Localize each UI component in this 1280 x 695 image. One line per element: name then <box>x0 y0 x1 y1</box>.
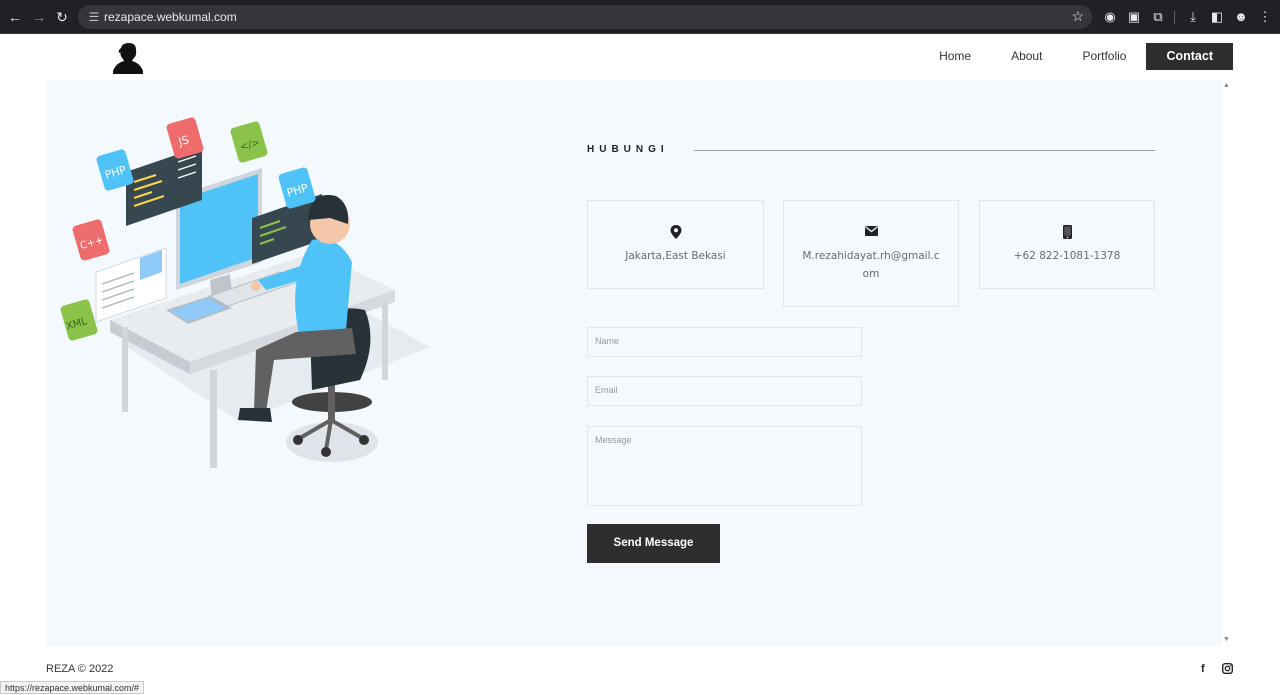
section-heading: HUBUNGI <box>587 144 669 155</box>
xml-badge-icon: XML <box>60 299 98 341</box>
extension-icon[interactable]: ▣ <box>1125 8 1143 26</box>
site-header: Home About Portfolio Contact <box>0 35 1280 80</box>
browser-toolbar: ← → ↻ ☰ rezapace.webkumal.com ☆ ◉ ▣ ⧉ ⤓ … <box>0 0 1280 34</box>
nav-contact-link[interactable]: Contact <box>1146 43 1233 70</box>
contact-section: PHP JS </> PHP C++ XML HUBUNGI Jakarta,E… <box>46 80 1222 646</box>
phone-card: +62 822-1081-1378 <box>979 200 1155 289</box>
facebook-icon[interactable]: f <box>1201 663 1205 675</box>
download-icon[interactable]: ⤓ <box>1184 8 1202 26</box>
profile-avatar-icon[interactable]: ☻ <box>1232 8 1250 26</box>
site-info-icon[interactable]: ☰ <box>86 9 102 25</box>
main-nav: Home About Portfolio Contact <box>919 43 1233 70</box>
logo-silhouette-icon[interactable] <box>112 42 144 74</box>
bookmark-star-icon[interactable]: ☆ <box>1071 8 1084 25</box>
email-placeholder: Email <box>595 385 618 395</box>
cpp-badge-icon: C++ <box>72 219 110 261</box>
nav-home-link[interactable]: Home <box>919 43 991 70</box>
address-card: Jakarta,East Bekasi <box>587 200 764 289</box>
phone-icon <box>1060 225 1074 239</box>
heading-divider <box>694 150 1155 151</box>
email-input[interactable]: Email <box>587 376 862 406</box>
toolbar-divider <box>1174 11 1175 24</box>
instagram-icon[interactable] <box>1221 662 1234 677</box>
address-bar[interactable]: ☰ rezapace.webkumal.com ☆ <box>78 5 1092 29</box>
scroll-up-arrow-icon[interactable]: ▲ <box>1223 82 1230 89</box>
address-url[interactable]: rezapace.webkumal.com <box>104 5 237 29</box>
reload-icon[interactable]: ↻ <box>53 8 71 26</box>
map-pin-icon <box>669 225 683 239</box>
email-text: M.rezahidayat.rh@gmail.com <box>802 250 940 280</box>
link-status-bar: https://rezapace.webkumal.com/# <box>0 681 145 694</box>
code-tag-badge-icon: </> <box>230 121 268 163</box>
phone-text: +62 822-1081-1378 <box>1013 250 1121 262</box>
scroll-down-arrow-icon[interactable]: ▼ <box>1223 636 1230 643</box>
name-input[interactable]: Name <box>587 327 862 357</box>
send-message-button[interactable]: Send Message <box>587 524 720 563</box>
extension-icon[interactable]: ◉ <box>1101 8 1119 26</box>
address-text: Jakarta,East Bekasi <box>625 250 726 262</box>
menu-kebab-icon[interactable]: ⋮ <box>1256 8 1274 26</box>
envelope-icon <box>864 225 878 239</box>
extensions-puzzle-icon[interactable]: ⧉ <box>1149 8 1167 26</box>
developer-desk-illustration: PHP JS </> PHP C++ XML <box>60 117 430 468</box>
message-textarea[interactable]: Message <box>587 426 862 506</box>
back-icon[interactable]: ← <box>6 8 24 26</box>
side-panel-icon[interactable]: ◧ <box>1208 8 1226 26</box>
nav-about-link[interactable]: About <box>991 43 1062 70</box>
nav-portfolio-link[interactable]: Portfolio <box>1062 43 1146 70</box>
footer-copyright: REZA © 2022 <box>46 663 114 675</box>
name-placeholder: Name <box>595 336 620 346</box>
email-card: M.rezahidayat.rh@gmail.com <box>783 200 959 307</box>
forward-icon[interactable]: → <box>30 8 48 26</box>
message-placeholder: Message <box>595 435 632 445</box>
